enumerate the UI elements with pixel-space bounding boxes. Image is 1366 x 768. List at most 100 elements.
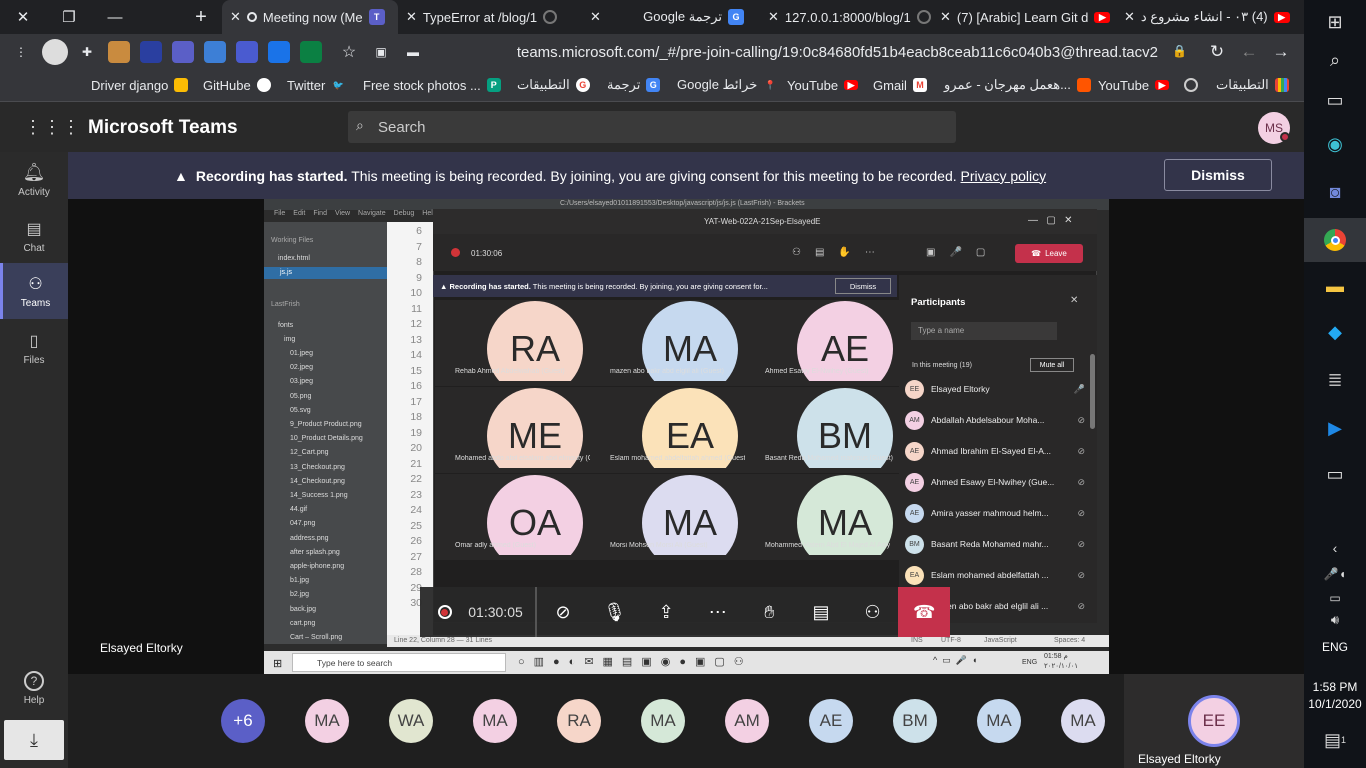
tab-youtube-project[interactable]: ✕ (4) ٠٣ - انشاء مشروع د ▶ [1116,0,1300,34]
back-icon[interactable]: → [1270,41,1292,63]
camera-off-icon[interactable]: ⊘ [537,587,589,637]
extensions-puzzle-icon[interactable]: ✚ [76,41,98,63]
bookmark-item[interactable] [1184,71,1198,99]
camera-blocked-icon[interactable]: ▣ [370,41,392,63]
dismiss-button[interactable]: Dismiss [1164,159,1272,191]
gallery-avatar[interactable]: MA [473,699,517,743]
participant-row[interactable]: EE Elsayed Eltorky 🎤 [905,377,1085,401]
hangup-icon[interactable]: ☎ [898,587,950,637]
rail-activity[interactable]: 🔔︎ Activity [0,152,68,208]
volume-icon[interactable]: 🔊︎ [1304,598,1366,642]
inner-media-icons[interactable]: ▣🎤▢ [926,247,999,258]
mute-all-button[interactable]: Mute all [1030,358,1074,372]
close-tab-icon[interactable]: ✕ [940,9,951,25]
tray-icons[interactable]: ^▭🎤◖ [933,655,982,666]
panel-scrollbar[interactable] [1090,354,1095,429]
participant-row[interactable]: EA Eslam mohamed abdelfattah ... ⊘ [905,563,1085,587]
extension-icon[interactable] [204,41,226,63]
mic-off-icon[interactable]: 🎙︎ [589,587,641,637]
file-item[interactable]: 44.gif [290,506,307,513]
language-indicator[interactable]: ENG [1304,640,1366,654]
folder-item[interactable]: img [284,336,295,343]
profile-avatar[interactable] [42,39,68,65]
inner-window-controls[interactable]: — ▢ ✕ [1028,215,1073,226]
file-item[interactable]: 05.svg [290,407,311,414]
file-item[interactable]: 05.png [290,393,311,400]
bookmark-apps[interactable]: التطبيقات [1216,71,1289,99]
close-tab-icon[interactable]: ✕ [230,9,241,25]
bookmark-item[interactable]: Driver django [91,71,189,99]
more-participants-badge[interactable]: +6 [221,699,265,743]
rail-chat[interactable]: ▤ Chat [0,208,68,264]
menu-item[interactable]: Edit [293,210,305,222]
privacy-policy-link[interactable]: Privacy policy [961,168,1047,184]
taskbar-app-icons[interactable]: ○▥●◐✉▦▤▣◉●▣▢⚇ [518,655,753,668]
participant-row[interactable]: AE Amira yasser mahmoud helm... ⊘ [905,501,1085,525]
gallery-avatar[interactable]: MA [1061,699,1105,743]
chrome-icon[interactable] [1304,218,1366,262]
gallery-avatar[interactable]: BM [893,699,937,743]
extension-icon[interactable] [236,41,258,63]
file-item[interactable]: back.jpg [290,606,316,613]
file-item[interactable]: 14_Success 1.png [290,492,348,499]
close-tab-icon[interactable]: ✕ [406,9,417,25]
extension-icon[interactable] [140,41,162,63]
file-item[interactable]: apple-iphone.png [290,563,344,570]
raise-hand-icon[interactable]: ✋︎ [744,587,796,637]
search-icon[interactable]: ⌕ [1304,38,1366,82]
inner-leave-button[interactable]: ☎ Leave [1015,244,1083,263]
tab-typeerror[interactable]: ✕ TypeError at /blog/1 [398,0,574,34]
tab-youtube-git[interactable]: ✕ (7) [Arabic] Learn Git d ▶ [932,0,1116,34]
close-panel-icon[interactable]: ✕ [1070,295,1078,306]
bookmark-item[interactable]: هعمل مهرجان - عمرو... [944,71,1091,99]
gallery-avatar[interactable]: AE [809,699,853,743]
task-view-icon[interactable]: ▭ [1304,78,1366,122]
bookmark-item[interactable]: التطبيقات G [517,71,590,99]
video-icon[interactable]: ▬ [402,41,424,63]
file-item[interactable]: 13_Checkout.png [290,464,345,471]
rail-files[interactable]: ▯ Files [0,320,68,376]
bookmark-item[interactable]: ترجمة G [607,71,661,99]
rail-teams[interactable]: ⚇ Teams [0,263,68,319]
file-explorer-icon[interactable]: ▬ [1304,264,1366,308]
clock-time[interactable]: 1:58 PM [1304,680,1366,694]
participant-row[interactable]: BM Basant Reda Mohamed mahr... ⊘ [905,532,1085,556]
working-file[interactable]: index.html [278,255,310,262]
extension-icon[interactable] [268,41,290,63]
file-item[interactable]: 10_Product Details.png [290,435,363,442]
app-launcher-icon[interactable]: ⋮⋮⋮ [24,117,81,138]
bookmark-item[interactable]: YouTube ▶ [787,71,859,99]
search-input[interactable]: ⌕ Search [348,111,956,143]
menu-item[interactable]: Navigate [358,210,386,222]
working-file[interactable]: js.js [280,269,292,276]
vscode-icon[interactable]: ◆ [1304,310,1366,354]
file-item[interactable]: 12_Cart.png [290,449,329,456]
cookie-extension-icon[interactable] [108,41,130,63]
bookmark-item[interactable]: Google خرائط 📍 [677,71,777,99]
gallery-avatar[interactable]: WA [389,699,433,743]
minimize-window-icon[interactable]: — [92,0,138,34]
tab-localhost-blog[interactable]: ✕ 127.0.0.1:8000/blog/1 [760,0,932,34]
taskbar-search[interactable]: Type here to search [292,653,506,672]
address-bar[interactable]: teams.microsoft.com/_#/pre-join-calling/… [440,40,1200,64]
folder-item[interactable]: fonts [278,322,293,329]
gallery-avatar[interactable]: MA [305,699,349,743]
tab-meeting-now[interactable]: ✕ Meeting now (Me T [222,0,398,34]
close-tab-icon[interactable]: ✕ [590,9,601,25]
extension-icon[interactable] [172,41,194,63]
gallery-avatar[interactable]: MA [977,699,1021,743]
discord-icon[interactable]: ◙ [1304,170,1366,214]
close-tab-icon[interactable]: ✕ [1124,9,1135,25]
edge-icon[interactable]: ◉ [1304,122,1366,166]
gallery-avatar[interactable]: AM [725,699,769,743]
close-window-icon[interactable]: ✕ [0,0,46,34]
file-item[interactable]: 01.jpeg [290,350,313,357]
participant-row[interactable]: AE Ahmed Esawy El-Nwihey (Gue... ⊘ [905,470,1085,494]
gallery-avatar[interactable]: MA [641,699,685,743]
bookmark-item[interactable]: Gmail M [873,71,927,99]
participant-row[interactable]: AM Abdallah Abdelsabour Moha... ⊘ [905,408,1085,432]
windows-start-icon[interactable]: ⊞ [273,657,282,670]
participants-icon[interactable]: ⚇ [847,587,899,637]
database-icon[interactable]: ≣ [1304,358,1366,402]
participant-row[interactable]: AE Ahmad Ibrahim El-Sayed El-A... ⊘ [905,439,1085,463]
